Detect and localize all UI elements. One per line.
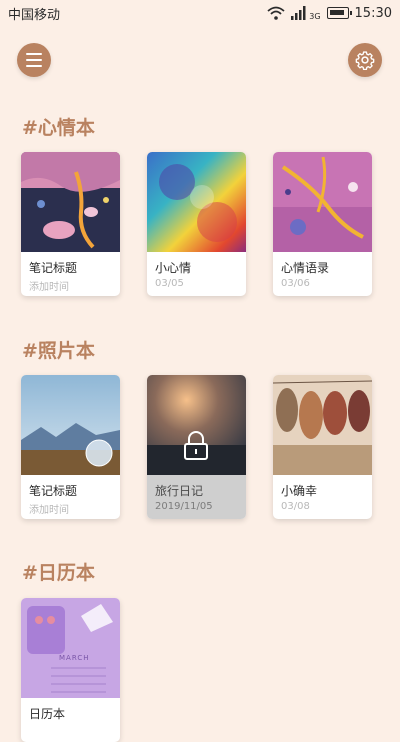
card-cover-image [21, 375, 120, 475]
card-title: 笔记标题 [29, 261, 78, 275]
card-title: 小心情 [155, 261, 192, 275]
signal-icon [291, 6, 306, 20]
notebook-card[interactable]: 心情语录 03/06 [273, 152, 372, 296]
notebook-card[interactable]: 小心情 03/05 [147, 152, 246, 296]
card-cover-image [273, 152, 372, 252]
card-date: 添加时间 [29, 282, 69, 293]
card-date: 添加时间 [29, 505, 69, 516]
network-type: 3G [309, 11, 321, 21]
card-title: 小确幸 [281, 484, 318, 498]
battery-icon [326, 7, 352, 19]
card-cover-image [21, 598, 120, 698]
calendar-month-label: MARCH [59, 654, 90, 662]
card-date: 03/08 [281, 501, 310, 512]
section-title-mood: #心情本 [22, 117, 95, 139]
card-cover-image [147, 152, 246, 252]
card-cover-image [273, 375, 372, 475]
card-date: 03/06 [281, 278, 310, 289]
card-title: 笔记标题 [29, 484, 78, 498]
card-date: 03/05 [155, 278, 184, 289]
clock: 15:30 [354, 5, 392, 21]
status-icons: 3G 15:30 [267, 4, 392, 22]
menu-icon [26, 53, 42, 67]
notebook-card-locked[interactable]: 旅行日记 2019/11/05 [147, 375, 246, 519]
section-title-calendar: #日历本 [22, 562, 95, 584]
card-title: 日历本 [29, 707, 66, 721]
card-title: 旅行日记 [155, 484, 204, 498]
notebook-card[interactable]: MARCH 日历本 [21, 598, 120, 742]
lock-icon [184, 431, 208, 460]
gear-icon [355, 51, 375, 70]
notebook-card[interactable]: 笔记标题 添加时间 [21, 375, 120, 519]
carrier-name: 中国移动 [8, 8, 61, 23]
menu-button[interactable] [17, 43, 51, 77]
card-title: 心情语录 [281, 261, 330, 275]
card-cover-image [21, 152, 120, 252]
notebook-card[interactable]: 小确幸 03/08 [273, 375, 372, 519]
notebook-card[interactable]: 笔记标题 添加时间 [21, 152, 120, 296]
settings-button[interactable] [348, 43, 382, 77]
section-title-photo: #照片本 [22, 340, 95, 362]
card-date: 2019/11/05 [155, 501, 213, 512]
status-bar: 中国移动 3G 15:30 [0, 0, 400, 26]
wifi-icon [267, 6, 285, 20]
